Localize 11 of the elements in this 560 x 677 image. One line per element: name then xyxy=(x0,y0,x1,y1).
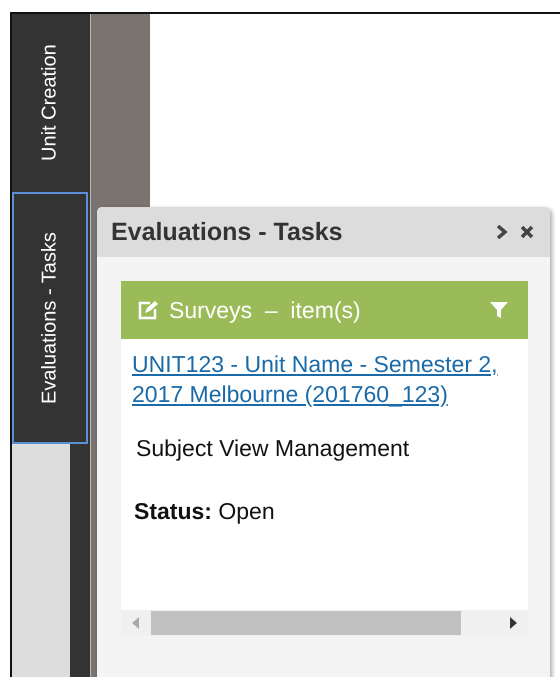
chevron-right-icon[interactable] xyxy=(496,225,508,239)
panel-title: Evaluations - Tasks xyxy=(111,218,344,246)
item-description: Subject View Management xyxy=(136,435,410,462)
unit-link[interactable]: UNIT123 - Unit Name - Semester 2, 2017 Melbourne (201760_123) xyxy=(132,349,530,409)
edit-icon xyxy=(137,300,159,320)
scrollbar-thumb[interactable] xyxy=(151,611,461,635)
section-title: Surveys – item(s) xyxy=(169,296,362,324)
close-icon[interactable] xyxy=(520,225,534,239)
scroll-right-icon[interactable] xyxy=(508,616,518,630)
item-status: Status: Open xyxy=(134,498,276,525)
side-tab[interactable]: Evaluations - Tasks xyxy=(12,192,88,444)
